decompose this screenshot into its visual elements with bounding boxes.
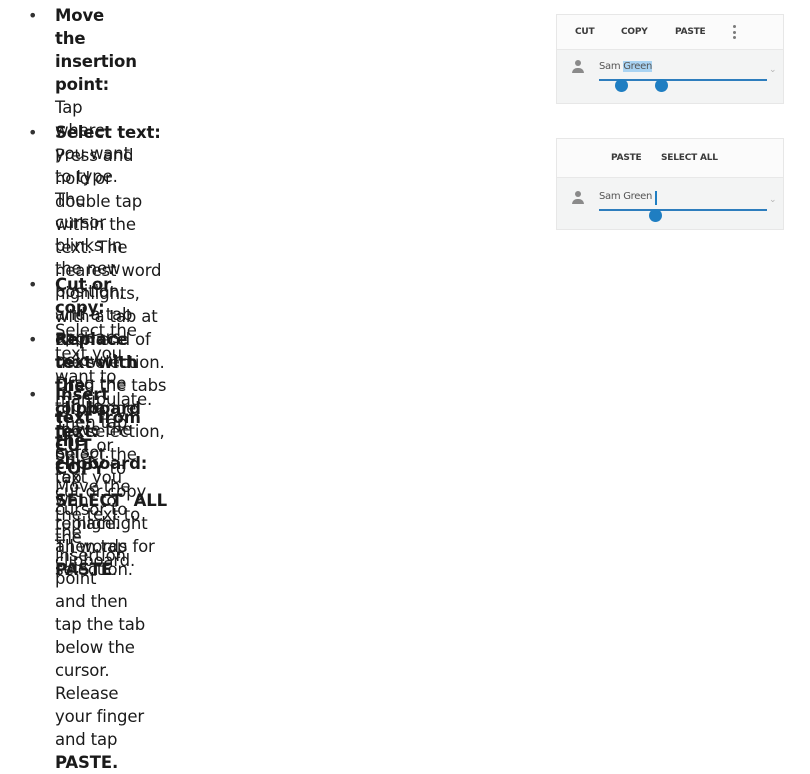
screenshot-cut-copy-paste: CUT COPY PASTE Sam Green ⌄ — [556, 14, 784, 104]
selection-start-handle — [615, 79, 628, 92]
bullet-marker: • — [28, 275, 38, 294]
more-options-icon — [733, 25, 736, 39]
cut-button: CUT — [575, 27, 595, 37]
paste-keyword: PASTE. — [55, 753, 119, 772]
copy-button: COPY — [621, 27, 648, 37]
chevron-down-icon: ⌄ — [769, 65, 777, 75]
paste-button: PASTE — [611, 153, 642, 163]
item-heading: Cut or copy: — [55, 275, 112, 317]
insertion-handle — [649, 209, 662, 222]
selected-text: Green — [623, 61, 652, 72]
screenshot-paste-select-all: PASTE SELECT ALL Sam Green ⌄ — [556, 138, 784, 230]
item-heading: Insert text from the clipboard: — [55, 385, 148, 473]
bullet-marker: • — [28, 6, 38, 25]
item-heading: Select text: — [55, 123, 161, 142]
text-selection-toolbar: CUT COPY PASTE — [557, 15, 783, 50]
bullet-marker: • — [28, 123, 38, 142]
bullet-marker: • — [28, 385, 38, 404]
field-underline — [599, 209, 767, 211]
item-text: Insert text from the clipboard: Move the… — [55, 385, 148, 772]
selection-end-handle — [655, 79, 668, 92]
paste-button: PASTE — [675, 27, 706, 37]
chevron-down-icon: ⌄ — [769, 195, 777, 205]
bullet-marker: • — [28, 330, 38, 349]
item-heading: Move the insertion point: — [55, 6, 137, 94]
person-icon — [571, 60, 585, 74]
person-icon — [571, 191, 585, 205]
name-field-text: Sam Green — [599, 61, 652, 72]
text-selection-toolbar: PASTE SELECT ALL — [557, 139, 783, 178]
name-field-text: Sam Green — [599, 191, 652, 202]
select-all-button: SELECT ALL — [661, 153, 718, 163]
text-cursor — [655, 191, 657, 205]
